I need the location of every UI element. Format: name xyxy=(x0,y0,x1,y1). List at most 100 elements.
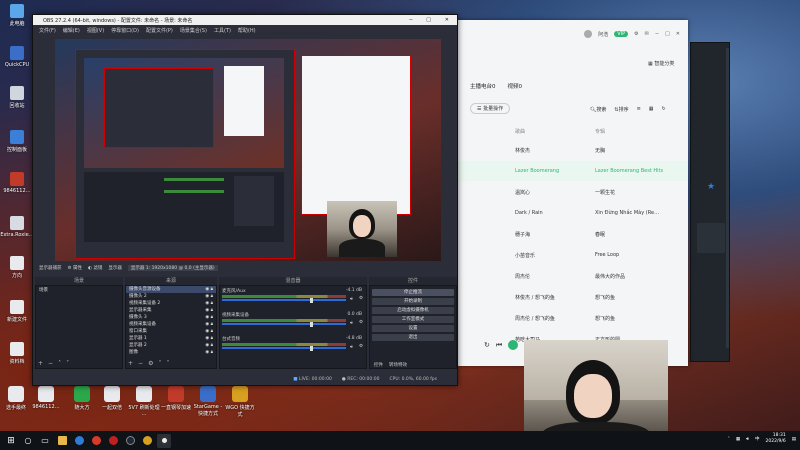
gear-icon[interactable]: ⚙ xyxy=(148,360,153,367)
desktop-icon[interactable]: 5V7 刷新处理 … xyxy=(128,386,160,417)
add-icon[interactable]: + xyxy=(38,360,43,367)
gear-icon[interactable]: ⚙ xyxy=(359,320,363,325)
song-row[interactable]: Dark / Rain Xin Đừng Nhắc Mày (Re… xyxy=(458,203,688,223)
desktop-icon[interactable]: QuickCPU xyxy=(0,46,34,68)
control-button[interactable]: 启动虚拟摄像机 xyxy=(372,307,454,314)
speaker-icon[interactable]: 🔊︎ xyxy=(350,296,353,302)
song-row[interactable]: 小苗音乐 Free Loop xyxy=(458,245,688,265)
desktop-icon[interactable]: 控制面板 xyxy=(0,130,34,153)
filters-button[interactable]: ◐ 滤镜 xyxy=(88,265,102,271)
desktop-icon[interactable]: StarGame - 快捷方式 xyxy=(192,386,224,417)
preview-webcam[interactable] xyxy=(327,201,397,257)
search-button[interactable]: 🔍︎搜索 xyxy=(590,106,606,113)
refresh-icon[interactable]: ↻ xyxy=(662,106,666,113)
source-item[interactable]: 显示器 1 ◉ 🔒︎ xyxy=(126,335,216,342)
control-button[interactable]: 开始录制 xyxy=(372,298,454,305)
taskbar-app-explorer[interactable] xyxy=(55,434,69,448)
desktop-icon[interactable]: 新建文件 xyxy=(0,300,34,323)
captured-music-window[interactable] xyxy=(301,55,411,215)
tab-radio[interactable]: 主播电台0 xyxy=(470,82,496,90)
loop-icon[interactable]: ↻ xyxy=(484,341,490,349)
source-item[interactable]: 显示器采集 ◉ 🔒︎ xyxy=(126,307,216,314)
input-language[interactable]: 中 xyxy=(755,436,760,442)
menu-item[interactable]: 配置文件(P) xyxy=(146,27,173,34)
desktop-icon[interactable]: 9846112… xyxy=(0,172,34,194)
song-row[interactable]: 林俊杰 无胸 xyxy=(458,140,688,160)
visibility-lock-icon[interactable]: ◉ 🔒︎ xyxy=(205,300,213,307)
visibility-lock-icon[interactable]: ◉ 🔒︎ xyxy=(205,307,213,314)
source-item[interactable]: 显示器 2 ◉ 🔒︎ xyxy=(126,342,216,349)
control-button[interactable]: 工作室模式 xyxy=(372,316,454,323)
desktop-icon[interactable]: 一直钢琴加速 xyxy=(160,386,192,411)
visibility-lock-icon[interactable]: ◉ 🔒︎ xyxy=(205,349,213,356)
display-select[interactable]: 显示器 1: 1920x1080 @ 0,0 (主显示器) xyxy=(127,265,218,271)
visibility-lock-icon[interactable]: ◉ 🔒︎ xyxy=(205,286,213,293)
scene-item[interactable]: 场景 xyxy=(36,286,122,294)
obs-preview[interactable] xyxy=(55,39,441,261)
visibility-lock-icon[interactable]: ◉ 🔒︎ xyxy=(205,342,213,349)
tab-video[interactable]: 视频0 xyxy=(508,82,523,90)
sort-button[interactable]: ⇅排序 xyxy=(614,106,628,113)
visibility-lock-icon[interactable]: ◉ 🔒︎ xyxy=(205,335,213,342)
close-icon[interactable]: ✕ xyxy=(676,31,680,37)
taskview-button[interactable]: ▭ xyxy=(38,434,52,448)
remove-icon[interactable]: − xyxy=(48,360,53,367)
maximize-icon[interactable]: □ xyxy=(665,31,670,37)
visibility-lock-icon[interactable]: ◉ 🔒︎ xyxy=(205,321,213,328)
speaker-icon[interactable]: 🔊︎ xyxy=(350,344,353,350)
background-window[interactable]: ★ xyxy=(690,42,730,362)
desktop-icon[interactable]: 随大方 xyxy=(66,386,98,411)
desktop-icon[interactable]: 方向 xyxy=(0,256,34,279)
source-item[interactable]: 图像 ◉ 🔒︎ xyxy=(126,349,216,356)
song-row[interactable]: 周杰伦 / 想飞的鱼 想飞的鱼 xyxy=(458,308,688,328)
smart-category-button[interactable]: ▦ 智能分类 xyxy=(648,60,674,67)
play-pause-button[interactable] xyxy=(508,340,519,350)
search-button[interactable]: ○ xyxy=(21,434,35,448)
menu-item[interactable]: 工具(T) xyxy=(214,27,231,34)
view-grid-icon[interactable]: ▦ xyxy=(649,106,654,113)
batch-operate-button[interactable]: ☰ 批量操作 xyxy=(470,103,511,114)
volume-slider-handle[interactable] xyxy=(310,298,313,303)
song-row[interactable]: 穗子海 春眠 xyxy=(458,224,688,244)
desktop-icon[interactable]: 此电脑 xyxy=(0,4,34,27)
source-item[interactable]: 窗口采集 ◉ 🔒︎ xyxy=(126,328,216,335)
close-icon[interactable]: ✕ xyxy=(445,17,449,23)
taskbar-app-netease[interactable] xyxy=(89,434,103,448)
visibility-lock-icon[interactable]: ◉ 🔒︎ xyxy=(205,314,213,321)
taskbar-app-browser[interactable] xyxy=(72,434,86,448)
user-name[interactable]: 阿浩 xyxy=(598,31,608,38)
song-row[interactable]: 温岚心 一颗生花 xyxy=(458,182,688,202)
minimize-icon[interactable]: − xyxy=(655,31,659,37)
volume-slider[interactable] xyxy=(222,323,346,325)
mail-icon[interactable]: ✉ xyxy=(645,31,649,37)
desktop-icon[interactable]: 选手最终 xyxy=(0,386,32,411)
source-item[interactable]: 摄像头 2 ◉ 🔒︎ xyxy=(126,293,216,300)
volume-icon[interactable]: 🔊︎ xyxy=(746,436,749,442)
gear-icon[interactable]: ⚙ xyxy=(359,344,363,349)
control-button[interactable]: 停止推流 xyxy=(372,289,454,296)
nested-obs-capture[interactable] xyxy=(75,49,295,259)
source-item[interactable]: 摄像头 3 ◉ 🔒︎ xyxy=(126,314,216,321)
visibility-lock-icon[interactable]: ◉ 🔒︎ xyxy=(205,293,213,300)
desktop-icon[interactable]: 回收站 xyxy=(0,86,34,109)
notification-icon[interactable]: ▤ xyxy=(792,437,796,442)
down-icon[interactable]: ˅ xyxy=(66,360,69,367)
down-icon[interactable]: ˅ xyxy=(166,360,169,367)
desktop-icon[interactable]: WGO 快捷方式 xyxy=(224,386,256,418)
volume-slider-handle[interactable] xyxy=(310,322,313,327)
song-row[interactable]: Lazer Boomerang Lazer Boomerang Best Hits xyxy=(458,161,688,181)
gear-icon[interactable]: ⚙ xyxy=(359,296,363,301)
song-row[interactable]: 林俊杰 / 想飞的鱼 想飞的鱼 xyxy=(458,287,688,307)
prev-icon[interactable]: ⏮ xyxy=(496,341,502,350)
volume-slider[interactable] xyxy=(222,347,346,349)
menu-item[interactable]: 文件(F) xyxy=(39,27,56,34)
menu-item[interactable]: 帮助(H) xyxy=(238,27,256,34)
menu-item[interactable]: 场景集合(S) xyxy=(180,27,207,34)
control-button[interactable]: 设置 xyxy=(372,325,454,332)
menu-item[interactable]: 停靠窗口(D) xyxy=(111,27,139,34)
taskbar-app-obs[interactable] xyxy=(157,433,171,448)
desktop-icon[interactable]: 一起双倍 xyxy=(96,386,128,411)
network-icon[interactable]: ▦ xyxy=(736,437,740,442)
control-button[interactable]: 退出 xyxy=(372,334,454,341)
source-item[interactable]: 视频采集设备 2 ◉ 🔒︎ xyxy=(126,300,216,307)
